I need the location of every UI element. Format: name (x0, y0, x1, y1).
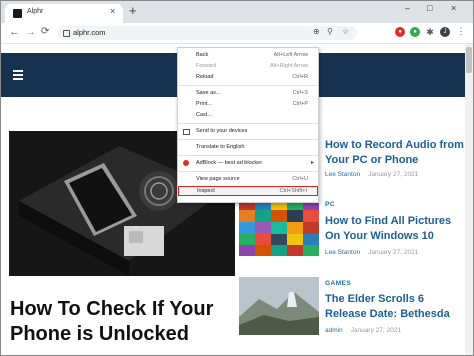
more-menu-icon[interactable]: ⋮ (456, 27, 466, 37)
menu-item-shortcut: Alt+Left Arrow (273, 52, 308, 58)
scrollbar-thumb[interactable] (466, 47, 472, 73)
menu-item-label: AdBlock — best ad blocker (196, 160, 263, 166)
menu-item-label: Translate to English (196, 144, 245, 150)
article-category[interactable]: PC (325, 201, 335, 208)
article-date: January 27, 2021 (368, 249, 419, 256)
tab-alphr[interactable]: Alphr × (5, 4, 123, 23)
menu-item-shortcut: Ctrl+Shift+I (279, 188, 307, 194)
maximize-button[interactable]: □ (427, 3, 432, 13)
menu-item-forward[interactable]: Forward Alt+Right Arrow (178, 62, 318, 71)
menu-item-adblock[interactable]: AdBlock — best ad blocker ▸ (178, 159, 318, 168)
menu-item-label: Print... (196, 101, 212, 107)
context-menu: Back Alt+Left Arrow Forward Alt+Right Arro… (177, 47, 319, 203)
menu-item-label: Reload (196, 74, 214, 80)
menu-item-label: Send to your devices (196, 128, 248, 134)
menu-item-view-source[interactable]: View page source Ctrl+U (178, 175, 318, 184)
minimize-button[interactable]: – (405, 3, 410, 13)
adblock-icon (183, 160, 189, 166)
address-bar[interactable]: alphr.com ⊕ ⚲ ☆ (57, 26, 357, 40)
menu-item-label: Save as... (196, 90, 221, 96)
submenu-arrow-icon: ▸ (310, 160, 314, 166)
menu-item-send-to-devices[interactable]: Send to your devices (178, 127, 318, 136)
hamburger-menu-icon[interactable] (13, 70, 23, 82)
adblock-extension-icon[interactable]: ● (395, 27, 405, 37)
article-author[interactable]: admin (325, 327, 343, 334)
article-thumbnail-pictures[interactable] (239, 198, 319, 256)
menu-separator (178, 155, 318, 156)
article-author[interactable]: Lee Stanton (325, 249, 360, 256)
menu-item-shortcut: Ctrl+U (292, 176, 308, 182)
menu-item-save-as[interactable]: Save as... Ctrl+S (178, 89, 318, 98)
menu-item-label: Cast... (196, 112, 212, 118)
menu-separator (178, 171, 318, 172)
forward-button[interactable]: → (25, 26, 36, 38)
article-meta: Lee Stanton January 27, 2021 (325, 249, 418, 256)
menu-item-cast[interactable]: Cast... (178, 111, 318, 120)
install-app-icon[interactable]: ⊕ (313, 27, 320, 36)
close-window-button[interactable]: × (451, 3, 456, 13)
devices-icon (183, 129, 190, 135)
menu-item-reload[interactable]: Reload Ctrl+R (178, 73, 318, 82)
menu-item-translate[interactable]: Translate to English (178, 143, 318, 152)
article-meta: Lee Stanton January 27, 2021 (325, 171, 418, 178)
puzzle-extensions-icon[interactable]: ✱ (425, 27, 435, 37)
tab-title: Alphr (27, 8, 44, 15)
article-title-elder-scrolls[interactable]: The Elder Scrolls 6 Release Date: Bethes… (325, 292, 465, 322)
menu-item-shortcut: Alt+Right Arrow (269, 63, 308, 69)
menu-item-shortcut: Ctrl+S (292, 90, 308, 96)
scrollbar[interactable] (465, 44, 473, 355)
browser-window: Alphr × + – □ × ← → ⟳ alphr.com ⊕ ⚲ ☆ ● … (0, 0, 474, 356)
article-author[interactable]: Lee Stanton (325, 171, 360, 178)
menu-separator (178, 85, 318, 86)
back-button[interactable]: ← (9, 26, 20, 38)
menu-item-inspect[interactable]: Inspect Ctrl+Shift+I (178, 186, 318, 196)
menu-item-label: Forward (196, 63, 217, 69)
zoom-icon[interactable]: ⚲ (327, 27, 333, 36)
article-title-find-pictures[interactable]: How to Find All Pictures On Your Windows… (325, 214, 465, 244)
extension-green-icon[interactable]: ● (410, 27, 420, 37)
featured-article-title[interactable]: How To Check If Your Phone is Unlocked (10, 297, 240, 347)
tab-strip: Alphr × + – □ × (1, 1, 473, 23)
menu-separator (178, 139, 318, 140)
bookmark-star-icon[interactable]: ☆ (342, 27, 349, 36)
article-category[interactable]: GAMES (325, 280, 351, 287)
menu-item-label: Back (196, 52, 209, 58)
menu-item-label: View page source (196, 176, 240, 182)
new-tab-button[interactable]: + (129, 4, 137, 18)
article-date: January 27, 2021 (368, 171, 419, 178)
article-date: January 27, 2021 (350, 327, 401, 334)
article-meta: admin January 27, 2021 (325, 327, 401, 334)
menu-item-back[interactable]: Back Alt+Left Arrow (178, 51, 318, 60)
article-title-record-audio[interactable]: How to Record Audio from Your PC or Phon… (325, 138, 465, 168)
article-thumbnail-elder-scrolls[interactable] (239, 277, 319, 335)
profile-avatar[interactable]: J (440, 27, 450, 37)
alphr-favicon-icon (13, 9, 22, 18)
menu-item-shortcut: Ctrl+P (292, 101, 308, 107)
url-text: alphr.com (73, 28, 106, 37)
menu-item-shortcut: Ctrl+R (292, 74, 308, 80)
reload-button[interactable]: ⟳ (41, 26, 49, 37)
lock-icon (63, 30, 70, 37)
menu-item-print[interactable]: Print... Ctrl+P (178, 100, 318, 109)
tab-close-icon[interactable]: × (110, 6, 115, 16)
menu-item-label: Inspect (197, 188, 215, 194)
menu-separator (178, 123, 318, 124)
